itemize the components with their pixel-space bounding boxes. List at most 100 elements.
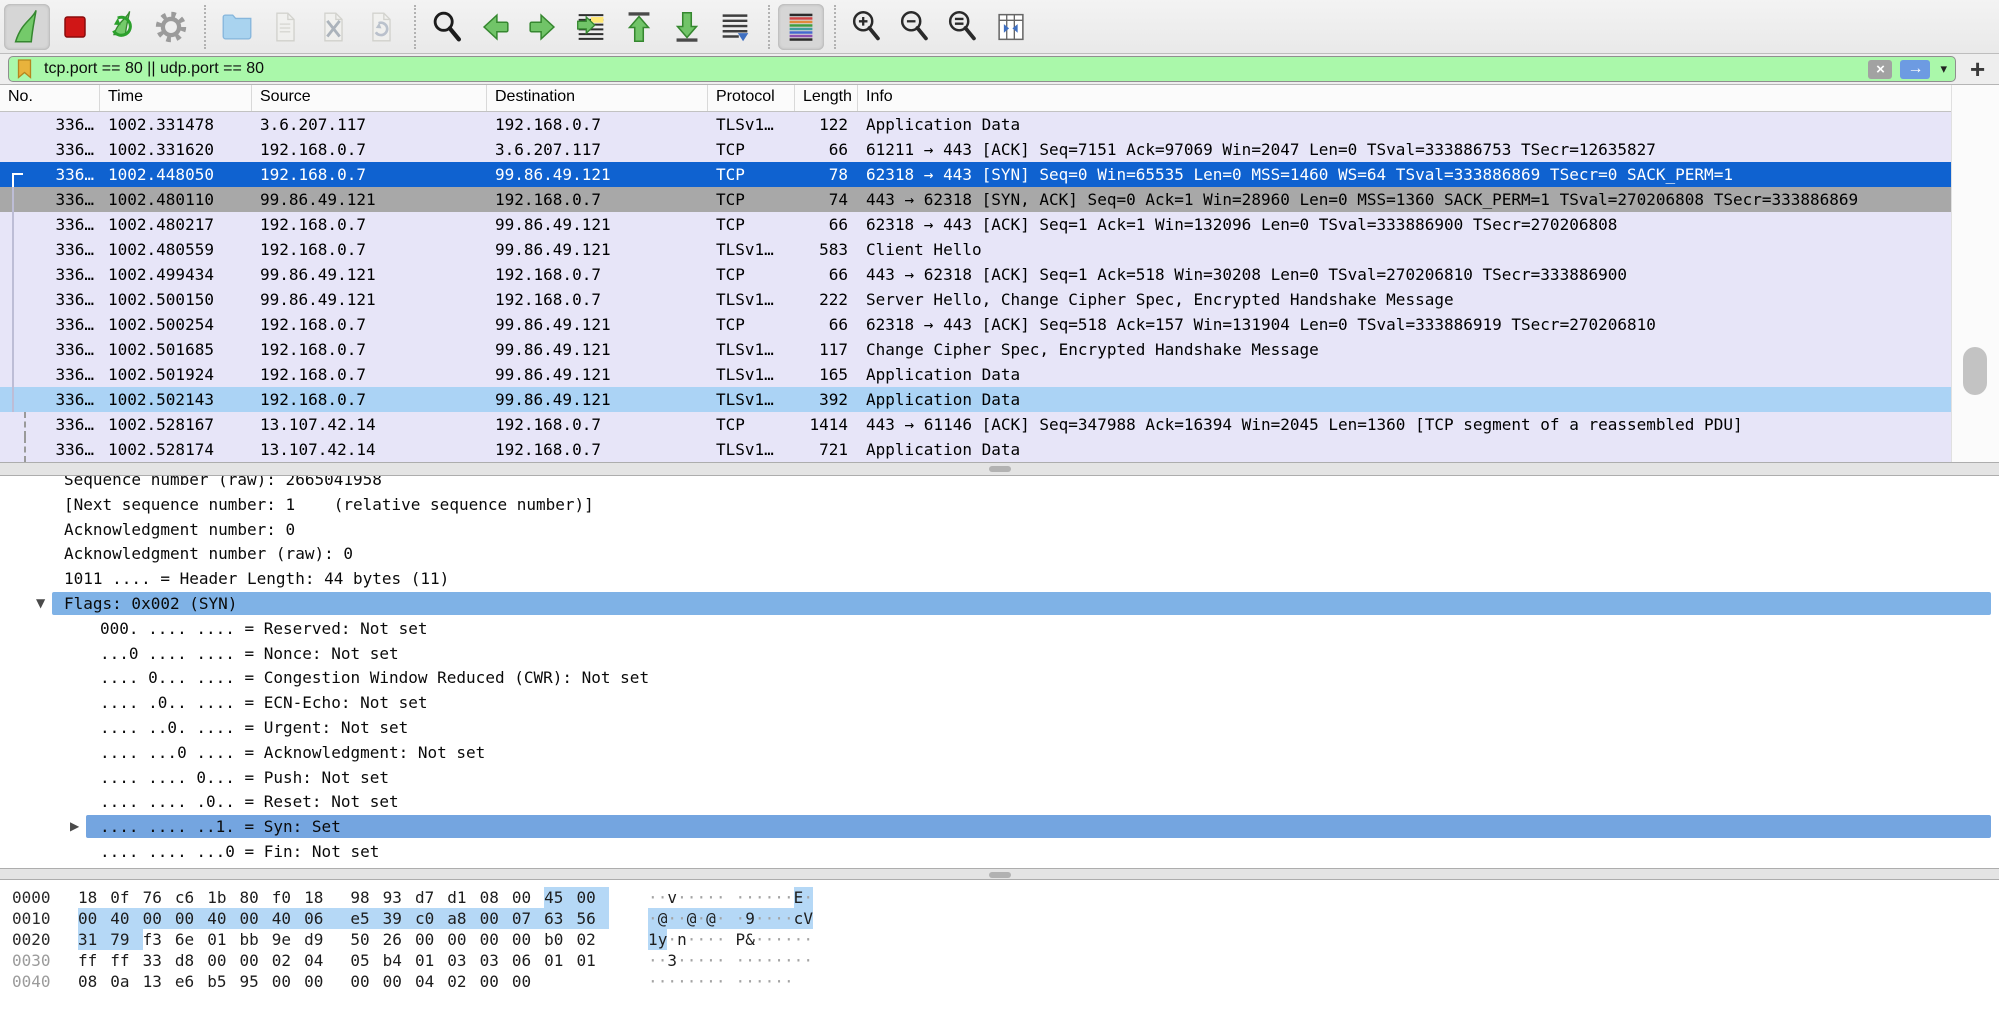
packet-row[interactable]: 336…1002.52817413.107.42.14192.168.0.7TL… bbox=[0, 437, 1951, 462]
open-file-button[interactable] bbox=[214, 4, 260, 50]
hex-row[interactable]: 00203179f36e01bb9ed9502600000000b0021y·n… bbox=[0, 929, 1999, 950]
ascii-char: · bbox=[784, 950, 794, 971]
packet-row[interactable]: 336…1002.480559192.168.0.799.86.49.121TL… bbox=[0, 237, 1951, 262]
detail-line[interactable]: .... ...0 .... = Acknowledgment: Not set bbox=[0, 740, 1999, 765]
hex-byte: 45 bbox=[544, 887, 576, 908]
go-forward-button[interactable] bbox=[520, 4, 566, 50]
packet-row[interactable]: 336…1002.448050192.168.0.799.86.49.121TC… bbox=[0, 162, 1951, 187]
hex-row[interactable]: 0000180f76c61b80f0189893d7d108004500··v·… bbox=[0, 887, 1999, 908]
packet-length: 74 bbox=[795, 187, 858, 212]
detail-line[interactable]: ...0 .... .... = Nonce: Not set bbox=[0, 641, 1999, 666]
packet-row[interactable]: 336…1002.331620192.168.0.73.6.207.117TCP… bbox=[0, 137, 1951, 162]
packet-row[interactable]: 336…1002.52816713.107.42.14192.168.0.7TC… bbox=[0, 412, 1951, 437]
filter-clear-button[interactable]: × bbox=[1868, 60, 1892, 79]
hex-ascii: ··3············· bbox=[648, 950, 813, 971]
packet-length: 117 bbox=[795, 337, 858, 362]
filter-expression-text[interactable]: tcp.port == 80 || udp.port == 80 bbox=[44, 60, 1868, 78]
go-to-packet-icon bbox=[572, 8, 610, 46]
ascii-char: · bbox=[667, 971, 677, 992]
restart-capture-button[interactable] bbox=[100, 4, 146, 50]
packet-row[interactable]: 336…1002.3314783.6.207.117192.168.0.7TLS… bbox=[0, 112, 1951, 137]
packet-no: 336… bbox=[0, 187, 100, 212]
capture-options-button[interactable] bbox=[148, 4, 194, 50]
ascii-char: · bbox=[687, 929, 697, 950]
filter-bookmark-icon[interactable] bbox=[17, 59, 32, 79]
stop-capture-button[interactable] bbox=[52, 4, 98, 50]
expander-down-icon[interactable]: ▼ bbox=[36, 591, 45, 616]
zoom-in-button[interactable] bbox=[844, 4, 890, 50]
go-first-button[interactable] bbox=[616, 4, 662, 50]
packet-row[interactable]: 336…1002.49943499.86.49.121192.168.0.7TC… bbox=[0, 262, 1951, 287]
packet-row[interactable]: 336…1002.480217192.168.0.799.86.49.121TC… bbox=[0, 212, 1951, 237]
hex-byte: 6e bbox=[175, 929, 207, 950]
detail-line[interactable]: [Next sequence number: 1 (relative seque… bbox=[0, 492, 1999, 517]
hex-row[interactable]: 0030ffff33d80000020405b4010303060101··3·… bbox=[0, 950, 1999, 971]
packet-info: 443 → 62318 [SYN, ACK] Seq=0 Ack=1 Win=2… bbox=[858, 187, 1951, 212]
hex-row[interactable]: 00100040000040004006e539c0a800076356·@··… bbox=[0, 908, 1999, 929]
hex-row[interactable]: 0040080a13e6b5950000000004020000········… bbox=[0, 971, 1999, 992]
go-last-button[interactable] bbox=[664, 4, 710, 50]
column-header-no[interactable]: No. bbox=[0, 85, 100, 111]
hex-byte: 00 bbox=[304, 971, 350, 992]
column-header-info[interactable]: Info bbox=[858, 85, 1951, 111]
scrollbar-thumb[interactable] bbox=[1963, 347, 1987, 395]
packet-row[interactable]: 336…1002.501685192.168.0.799.86.49.121TL… bbox=[0, 337, 1951, 362]
packet-destination: 192.168.0.7 bbox=[487, 187, 708, 212]
ascii-char: · bbox=[774, 908, 784, 929]
packet-source: 13.107.42.14 bbox=[252, 412, 487, 437]
packet-row[interactable]: 336…1002.500254192.168.0.799.86.49.121TC… bbox=[0, 312, 1951, 337]
detail-line[interactable]: 000. .... .... = Reserved: Not set bbox=[0, 616, 1999, 641]
detail-line[interactable]: .... .... 0... = Push: Not set bbox=[0, 765, 1999, 790]
packet-row[interactable]: 336…1002.501924192.168.0.799.86.49.121TL… bbox=[0, 362, 1951, 387]
pane-splitter-top[interactable] bbox=[0, 462, 1999, 476]
hex-byte: e5 bbox=[350, 908, 382, 929]
packet-row[interactable]: 336…1002.502143192.168.0.799.86.49.121TL… bbox=[0, 387, 1951, 412]
hex-byte: 00 bbox=[175, 908, 207, 929]
detail-line[interactable]: 1011 .... = Header Length: 44 bytes (11) bbox=[0, 566, 1999, 591]
display-filter-input[interactable]: tcp.port == 80 || udp.port == 80 × → ▾ bbox=[8, 56, 1956, 82]
detail-line[interactable]: Acknowledgment number (raw): 0 bbox=[0, 541, 1999, 566]
splitter-grip-icon bbox=[989, 872, 1011, 878]
column-header-time[interactable]: Time bbox=[100, 85, 252, 111]
packet-list-scrollbar[interactable] bbox=[1951, 85, 1999, 462]
zoom-original-button[interactable] bbox=[940, 4, 986, 50]
stop-capture-icon bbox=[56, 8, 94, 46]
go-to-packet-button[interactable] bbox=[568, 4, 614, 50]
detail-line[interactable]: ▼Flags: 0x002 (SYN) bbox=[0, 591, 1999, 616]
column-header-source[interactable]: Source bbox=[252, 85, 487, 111]
colorize-button[interactable] bbox=[778, 4, 824, 50]
detail-line[interactable]: .... ..0. .... = Urgent: Not set bbox=[0, 715, 1999, 740]
hex-byte: 95 bbox=[239, 971, 271, 992]
filter-add-button[interactable]: + bbox=[1970, 56, 1985, 82]
column-header-protocol[interactable]: Protocol bbox=[708, 85, 795, 111]
pane-splitter-bottom[interactable] bbox=[0, 868, 1999, 880]
detail-line[interactable]: .... .... ...0 = Fin: Not set bbox=[0, 839, 1999, 864]
detail-line[interactable]: Acknowledgment number: 0 bbox=[0, 517, 1999, 542]
column-header-destination[interactable]: Destination bbox=[487, 85, 708, 111]
detail-line[interactable]: .... 0... .... = Congestion Window Reduc… bbox=[0, 665, 1999, 690]
find-packet-button[interactable] bbox=[424, 4, 470, 50]
column-header-length[interactable]: Length bbox=[795, 85, 858, 111]
auto-scroll-button[interactable] bbox=[712, 4, 758, 50]
detail-line[interactable]: .... .... .0.. = Reset: Not set bbox=[0, 789, 1999, 814]
zoom-out-button[interactable] bbox=[892, 4, 938, 50]
go-back-button[interactable] bbox=[472, 4, 518, 50]
detail-line[interactable]: ▶.... .... ..1. = Syn: Set bbox=[0, 814, 1999, 839]
ascii-char: · bbox=[774, 887, 784, 908]
hex-byte: 03 bbox=[480, 950, 512, 971]
start-capture-button[interactable] bbox=[4, 4, 50, 50]
ascii-char: 9 bbox=[745, 908, 755, 929]
filter-apply-button[interactable]: → bbox=[1900, 60, 1930, 79]
detail-line[interactable]: .... .0.. .... = ECN-Echo: Not set bbox=[0, 690, 1999, 715]
filter-dropdown-chevron-icon[interactable]: ▾ bbox=[1940, 61, 1947, 77]
detail-line[interactable]: Sequence number (raw): 2665041958 bbox=[0, 476, 1999, 492]
packet-row[interactable]: 336…1002.48011099.86.49.121192.168.0.7TC… bbox=[0, 187, 1951, 212]
expander-right-icon[interactable]: ▶ bbox=[70, 814, 79, 839]
zoom-original-icon bbox=[944, 8, 982, 46]
ascii-char: · bbox=[755, 887, 765, 908]
packet-row[interactable]: 336…1002.50015099.86.49.121192.168.0.7TL… bbox=[0, 287, 1951, 312]
detail-text: ...0 .... .... = Nonce: Not set bbox=[100, 641, 399, 666]
hex-byte: b4 bbox=[383, 950, 415, 971]
resize-columns-button[interactable] bbox=[988, 4, 1034, 50]
hex-byte: 13 bbox=[143, 971, 175, 992]
